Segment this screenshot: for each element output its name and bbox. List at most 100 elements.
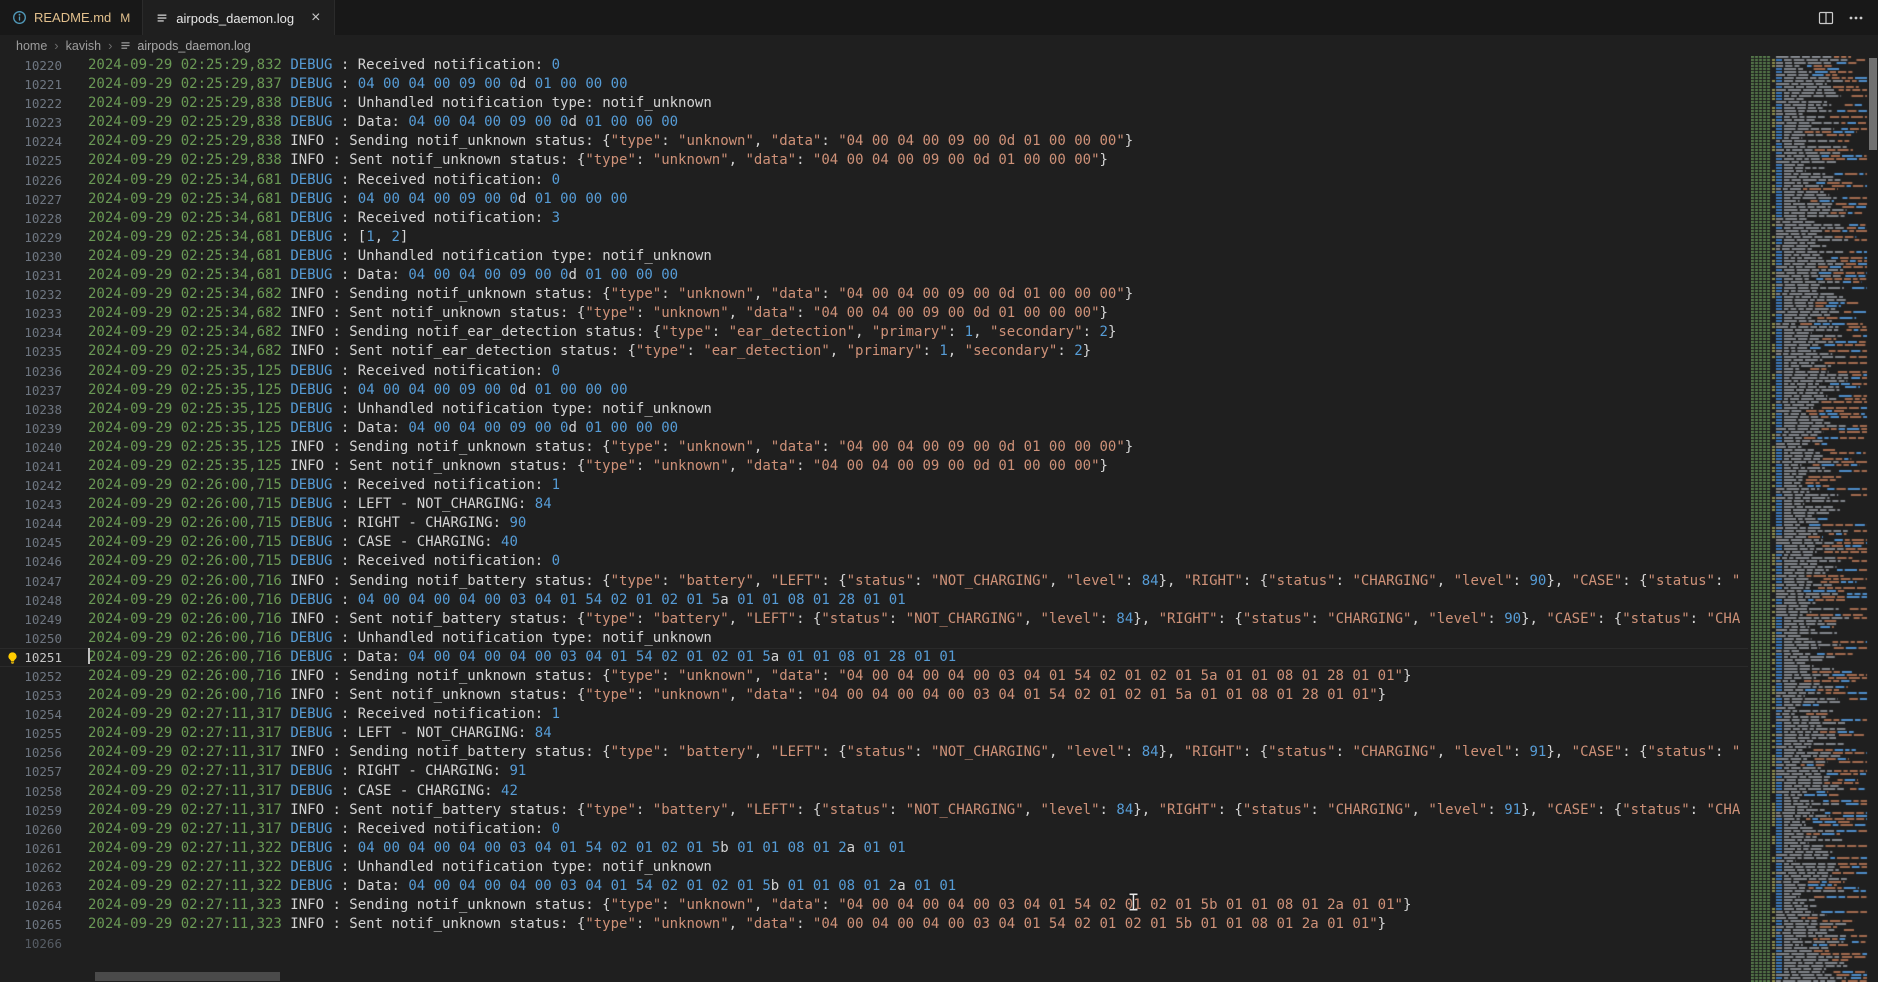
log-line[interactable]: 102482024-09-29 02:26:00,716 DEBUG : 04 …: [0, 591, 1748, 610]
line-number[interactable]: 10262: [24, 858, 62, 877]
line-number[interactable]: 10235: [24, 342, 62, 361]
log-line[interactable]: 102502024-09-29 02:26:00,716 DEBUG : Unh…: [0, 629, 1748, 648]
line-number[interactable]: 10224: [24, 132, 62, 151]
log-line[interactable]: 102242024-09-29 02:25:29,838 INFO : Send…: [0, 132, 1748, 151]
line-number[interactable]: 10259: [24, 801, 62, 820]
line-number[interactable]: 10245: [24, 533, 62, 552]
log-line[interactable]: 102312024-09-29 02:25:34,681 DEBUG : Dat…: [0, 266, 1748, 285]
split-editor-icon[interactable]: [1818, 10, 1834, 26]
log-line[interactable]: 102272024-09-29 02:25:34,681 DEBUG : 04 …: [0, 190, 1748, 209]
line-number[interactable]: 10253: [24, 686, 62, 705]
line-number[interactable]: 10228: [24, 209, 62, 228]
line-number[interactable]: 10251: [24, 648, 62, 667]
line-number[interactable]: 10238: [24, 400, 62, 419]
log-line[interactable]: 10266: [0, 934, 1748, 953]
log-line[interactable]: 102342024-09-29 02:25:34,682 INFO : Send…: [0, 323, 1748, 342]
line-number[interactable]: 10261: [24, 839, 62, 858]
log-line[interactable]: 102232024-09-29 02:25:29,838 DEBUG : Dat…: [0, 113, 1748, 132]
log-line[interactable]: 102262024-09-29 02:25:34,681 DEBUG : Rec…: [0, 171, 1748, 190]
line-number[interactable]: 10241: [24, 457, 62, 476]
line-number[interactable]: 10233: [24, 304, 62, 323]
line-number[interactable]: 10242: [24, 476, 62, 495]
log-line[interactable]: 102442024-09-29 02:26:00,715 DEBUG : RIG…: [0, 514, 1748, 533]
line-number[interactable]: 10223: [24, 113, 62, 132]
log-line[interactable]: 102412024-09-29 02:25:35,125 INFO : Sent…: [0, 457, 1748, 476]
log-line[interactable]: 102392024-09-29 02:25:35,125 DEBUG : Dat…: [0, 419, 1748, 438]
log-line[interactable]: 102462024-09-29 02:26:00,715 DEBUG : Rec…: [0, 552, 1748, 571]
log-line[interactable]: 102402024-09-29 02:25:35,125 INFO : Send…: [0, 438, 1748, 457]
line-number[interactable]: 10221: [24, 75, 62, 94]
breadcrumb-item-kavish[interactable]: kavish: [66, 39, 101, 53]
line-number[interactable]: 10255: [24, 724, 62, 743]
log-line[interactable]: 102322024-09-29 02:25:34,682 INFO : Send…: [0, 285, 1748, 304]
line-number[interactable]: 10264: [24, 896, 62, 915]
log-line[interactable]: 102492024-09-29 02:26:00,716 INFO : Sent…: [0, 610, 1748, 629]
log-line[interactable]: 102432024-09-29 02:26:00,715 DEBUG : LEF…: [0, 495, 1748, 514]
log-line[interactable]: 102452024-09-29 02:26:00,715 DEBUG : CAS…: [0, 533, 1748, 552]
tab-readme[interactable]: README.md M: [0, 0, 143, 35]
horizontal-scrollbar-thumb[interactable]: [95, 972, 280, 981]
line-number[interactable]: 10249: [24, 610, 62, 629]
log-line[interactable]: 102562024-09-29 02:27:11,317 INFO : Send…: [0, 743, 1748, 762]
line-number[interactable]: 10248: [24, 591, 62, 610]
log-line[interactable]: 102222024-09-29 02:25:29,838 DEBUG : Unh…: [0, 94, 1748, 113]
line-number[interactable]: 10231: [24, 266, 62, 285]
line-number[interactable]: 10240: [24, 438, 62, 457]
line-number[interactable]: 10260: [24, 820, 62, 839]
line-number[interactable]: 10237: [24, 381, 62, 400]
line-number[interactable]: 10226: [24, 171, 62, 190]
log-line[interactable]: 102532024-09-29 02:26:00,716 INFO : Sent…: [0, 686, 1748, 705]
log-line[interactable]: 102292024-09-29 02:25:34,681 DEBUG : [1,…: [0, 228, 1748, 247]
line-number[interactable]: 10229: [24, 228, 62, 247]
tab-airpods-daemon-log[interactable]: airpods_daemon.log ×: [143, 0, 335, 36]
log-line[interactable]: 102422024-09-29 02:26:00,715 DEBUG : Rec…: [0, 476, 1748, 495]
line-number[interactable]: 10247: [24, 572, 62, 591]
line-number[interactable]: 10243: [24, 495, 62, 514]
line-number[interactable]: 10250: [24, 629, 62, 648]
line-number[interactable]: 10256: [24, 743, 62, 762]
log-line[interactable]: 102582024-09-29 02:27:11,317 DEBUG : CAS…: [0, 782, 1748, 801]
line-number[interactable]: 10244: [24, 514, 62, 533]
more-actions-icon[interactable]: [1848, 10, 1864, 26]
close-icon[interactable]: ×: [309, 10, 322, 26]
log-line[interactable]: 102202024-09-29 02:25:29,832 DEBUG : Rec…: [0, 56, 1748, 75]
minimap[interactable]: [1751, 56, 1868, 982]
log-line[interactable]: 102622024-09-29 02:27:11,322 DEBUG : Unh…: [0, 858, 1748, 877]
vertical-scrollbar-thumb[interactable]: [1869, 58, 1877, 150]
log-line[interactable]: 102352024-09-29 02:25:34,682 INFO : Sent…: [0, 342, 1748, 361]
log-line[interactable]: 102602024-09-29 02:27:11,317 DEBUG : Rec…: [0, 820, 1748, 839]
line-number[interactable]: 10239: [24, 419, 62, 438]
line-number[interactable]: 10254: [24, 705, 62, 724]
line-number[interactable]: 10252: [24, 667, 62, 686]
log-line[interactable]: 102542024-09-29 02:27:11,317 DEBUG : Rec…: [0, 705, 1748, 724]
line-number[interactable]: 10234: [24, 323, 62, 342]
line-number[interactable]: 10227: [24, 190, 62, 209]
line-number[interactable]: 10232: [24, 285, 62, 304]
editor[interactable]: 102202024-09-29 02:25:29,832 DEBUG : Rec…: [0, 56, 1878, 982]
log-line[interactable]: 102282024-09-29 02:25:34,681 DEBUG : Rec…: [0, 209, 1748, 228]
log-line[interactable]: 102552024-09-29 02:27:11,317 DEBUG : LEF…: [0, 724, 1748, 743]
log-line[interactable]: 102212024-09-29 02:25:29,837 DEBUG : 04 …: [0, 75, 1748, 94]
breadcrumb-item-file[interactable]: airpods_daemon.log: [119, 39, 250, 53]
log-line[interactable]: 102642024-09-29 02:27:11,323 INFO : Send…: [0, 896, 1748, 915]
log-line[interactable]: 102632024-09-29 02:27:11,322 DEBUG : Dat…: [0, 877, 1748, 896]
log-line[interactable]: 102382024-09-29 02:25:35,125 DEBUG : Unh…: [0, 400, 1748, 419]
log-line[interactable]: 102372024-09-29 02:25:35,125 DEBUG : 04 …: [0, 381, 1748, 400]
line-number[interactable]: 10230: [24, 247, 62, 266]
log-line[interactable]: 102362024-09-29 02:25:35,125 DEBUG : Rec…: [0, 362, 1748, 381]
line-number[interactable]: 10257: [24, 762, 62, 781]
log-line[interactable]: 102592024-09-29 02:27:11,317 INFO : Sent…: [0, 801, 1748, 820]
log-line[interactable]: 102522024-09-29 02:26:00,716 INFO : Send…: [0, 667, 1748, 686]
line-number[interactable]: 10258: [24, 782, 62, 801]
line-number[interactable]: 10263: [24, 877, 62, 896]
log-line[interactable]: 102332024-09-29 02:25:34,682 INFO : Sent…: [0, 304, 1748, 323]
log-line[interactable]: 102472024-09-29 02:26:00,716 INFO : Send…: [0, 572, 1748, 591]
lightbulb-icon[interactable]: [6, 651, 19, 667]
log-line[interactable]: 102512024-09-29 02:26:00,716 DEBUG : Dat…: [0, 648, 1748, 667]
line-number[interactable]: 10220: [24, 56, 62, 75]
log-line[interactable]: 102302024-09-29 02:25:34,681 DEBUG : Unh…: [0, 247, 1748, 266]
line-number[interactable]: 10246: [24, 552, 62, 571]
log-line[interactable]: 102252024-09-29 02:25:29,838 INFO : Sent…: [0, 151, 1748, 170]
line-number[interactable]: 10225: [24, 151, 62, 170]
line-number[interactable]: 10265: [24, 915, 62, 934]
